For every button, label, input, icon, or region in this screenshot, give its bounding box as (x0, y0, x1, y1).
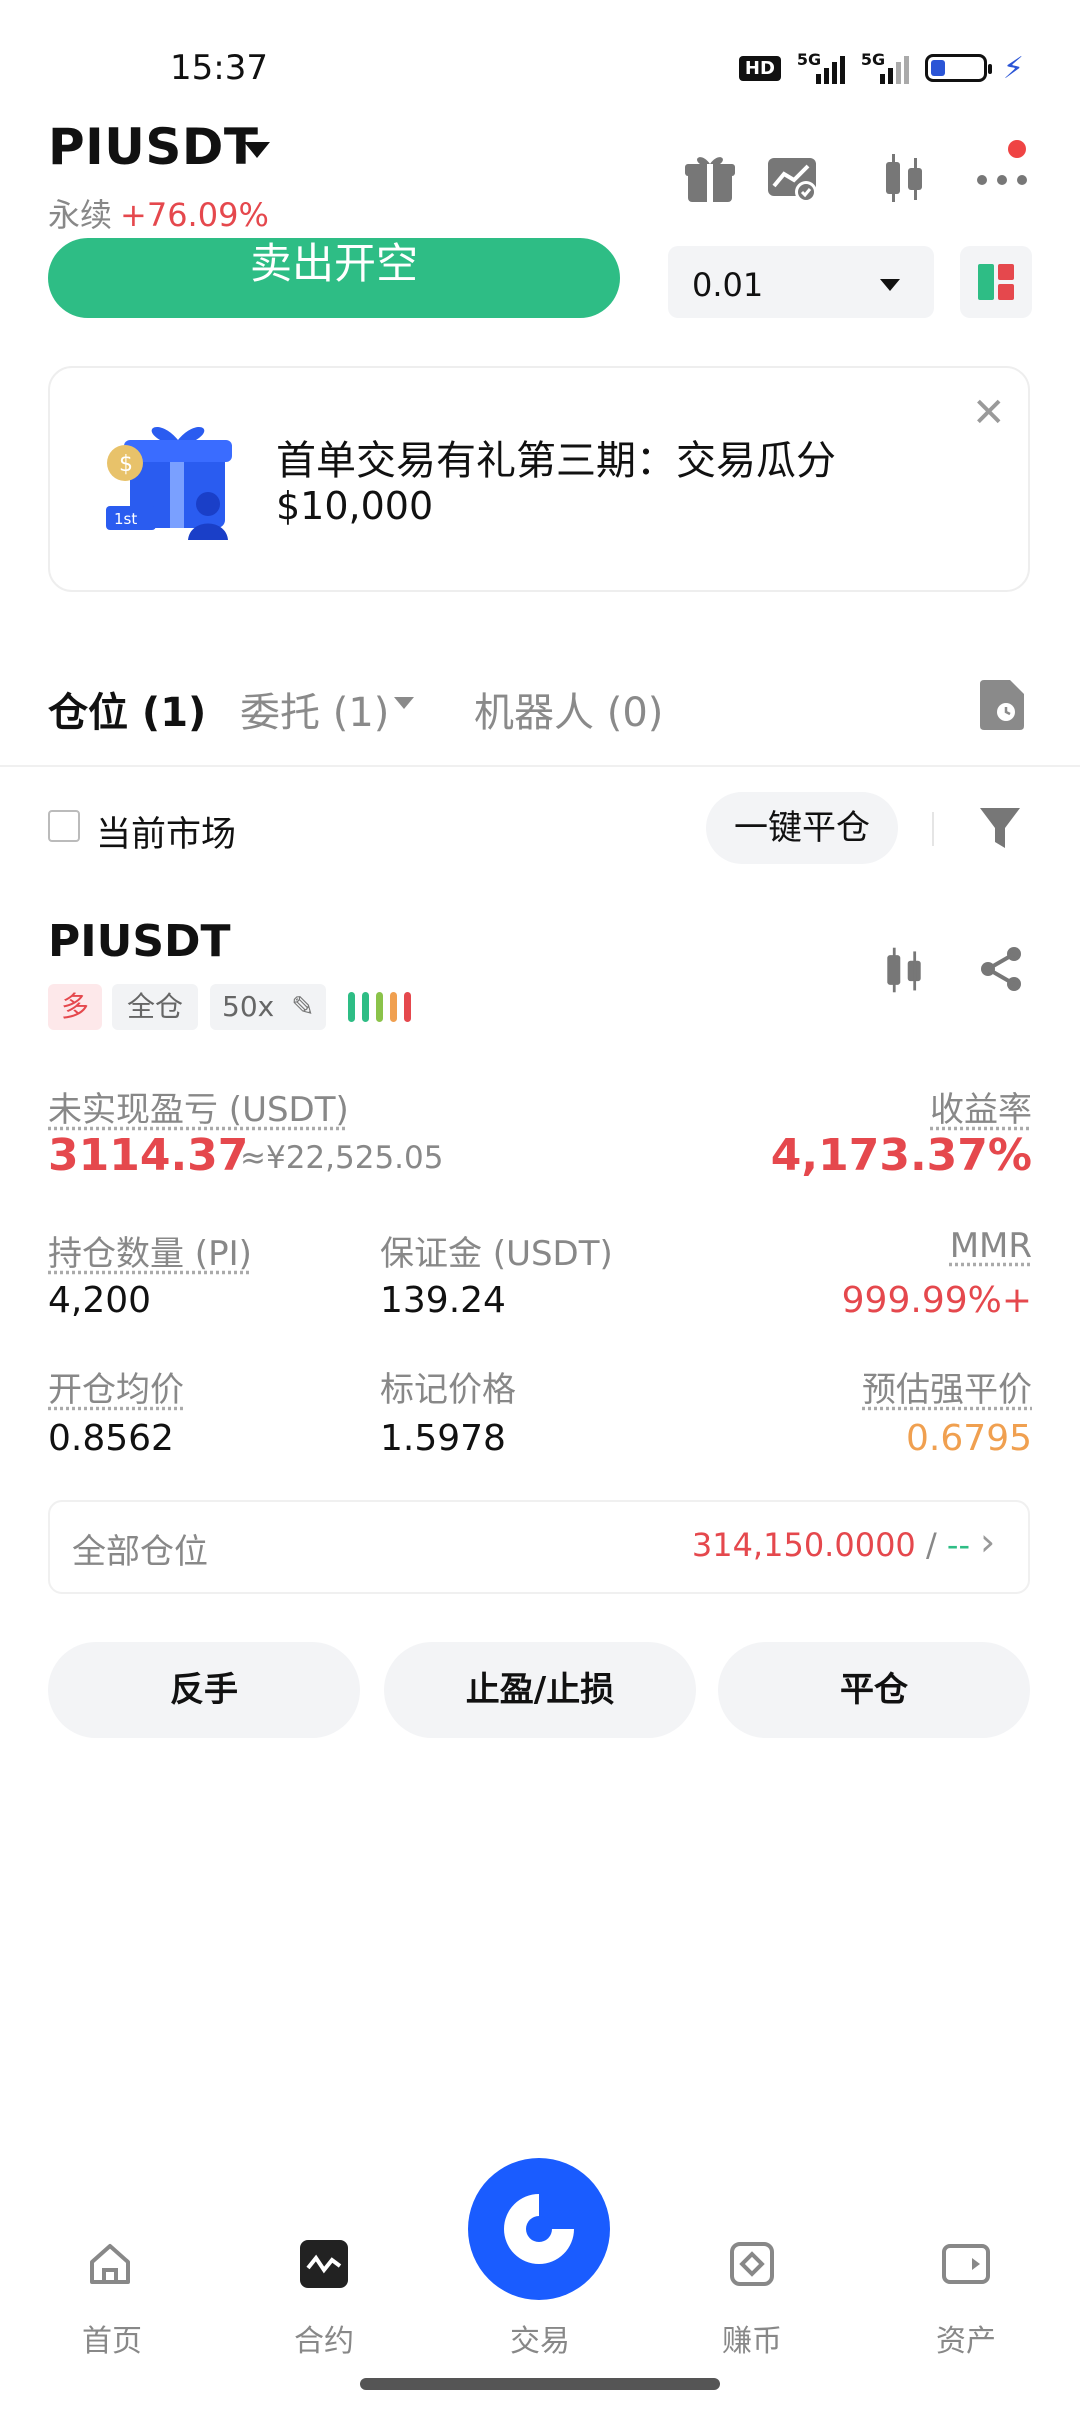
layout-toggle-button[interactable] (960, 246, 1032, 318)
unrealized-pnl-label[interactable]: 未实现盈亏 (USDT) (48, 1082, 349, 1131)
notification-dot (1008, 140, 1026, 158)
history-doc-icon[interactable] (980, 680, 1024, 730)
size-value: 4,200 (48, 1280, 152, 1321)
quantity-value: 0.01 (692, 266, 764, 304)
mark-price-value: 1.5978 (380, 1418, 506, 1459)
promo-gift-illustration: $ 1st (106, 426, 232, 540)
liq-price-label[interactable]: 预估强平价 (862, 1362, 1032, 1411)
close-icon[interactable]: ✕ (972, 390, 1006, 436)
unrealized-pnl-value: 3114.37 (48, 1130, 249, 1181)
mmr-value: 999.99%+ (841, 1280, 1032, 1321)
all-positions-label: 全部仓位 (72, 1532, 208, 1572)
futures-icon[interactable] (300, 2240, 348, 2288)
margin-value: 139.24 (380, 1280, 506, 1321)
assets-icon[interactable] (942, 2240, 990, 2288)
entry-price-label[interactable]: 开仓均价 (48, 1362, 184, 1411)
chevron-right-icon[interactable]: › (980, 1520, 995, 1564)
close-position-button[interactable]: 平仓 (718, 1642, 1030, 1738)
home-icon[interactable] (86, 2240, 134, 2288)
trade-button[interactable] (468, 2158, 610, 2300)
roe-value: 4,173.37% (770, 1130, 1032, 1181)
leverage-tag[interactable]: 50x ✎ (210, 984, 326, 1030)
current-market-label[interactable]: 当前市场 (96, 806, 236, 857)
liq-price-value: 0.6795 (906, 1418, 1032, 1459)
promo-amount: $10,000 (276, 484, 434, 528)
close-all-button[interactable]: 一键平仓 (706, 792, 898, 864)
nav-futures-label[interactable]: 合约 (264, 2316, 384, 2360)
charging-icon: ⚡ (1002, 50, 1024, 86)
earn-icon[interactable] (728, 2240, 776, 2288)
signal-icon-2: 5G (861, 50, 909, 86)
status-time: 15:37 (170, 48, 268, 88)
quantity-select[interactable]: 0.01 (668, 246, 934, 318)
contract-subtitle: 永续 +76.09% (48, 190, 269, 236)
promo-title: 首单交易有礼第三期：交易瓜分 (276, 438, 836, 484)
tab-bots[interactable]: 机器人 (0) (474, 680, 663, 738)
mmr-label[interactable]: MMR (950, 1226, 1032, 1266)
gift-icon[interactable] (682, 150, 738, 206)
leverage-value: 50x (222, 990, 275, 1023)
margin-label: 保证金 (USDT) (380, 1234, 613, 1274)
entry-price-value: 0.8562 (48, 1418, 174, 1459)
nav-trade-label[interactable]: 交易 (480, 2316, 600, 2360)
tab-orders[interactable]: 委托 (1) (240, 680, 389, 738)
more-icon[interactable] (974, 150, 1030, 206)
symbol-title[interactable]: PIUSDT (48, 118, 258, 176)
mark-price-label: 标记价格 (380, 1370, 516, 1410)
edit-icon[interactable]: ✎ (291, 990, 314, 1023)
price-change: +76.09% (120, 196, 269, 234)
divider (932, 812, 934, 846)
home-indicator (360, 2378, 720, 2390)
tpsl-button[interactable]: 止盈/止损 (384, 1642, 696, 1738)
chevron-down-icon (880, 279, 900, 291)
reverse-button[interactable]: 反手 (48, 1642, 360, 1738)
position-symbol: PIUSDT (48, 916, 231, 967)
nav-earn-label[interactable]: 赚币 (692, 2316, 812, 2360)
layout-icon (978, 264, 1014, 300)
status-icons: HD 5G 5G ⚡ (738, 48, 1024, 88)
promo-badge: 1st (114, 510, 137, 528)
nav-home-label[interactable]: 首页 (52, 2316, 172, 2360)
roe-label[interactable]: 收益率 (930, 1082, 1032, 1131)
trade-icon (504, 2194, 574, 2264)
contract-type: 永续 (48, 196, 113, 234)
risk-indicator (348, 992, 411, 1022)
chevron-down-icon[interactable] (394, 697, 414, 709)
tab-positions[interactable]: 仓位 (1) (48, 680, 206, 738)
all-positions-value: 314,150.0000 / -- (691, 1526, 970, 1564)
candlestick-icon[interactable] (878, 944, 930, 996)
symbol-dropdown-icon[interactable] (244, 142, 270, 158)
hd-icon: HD (738, 55, 781, 81)
side-tag: 多 (48, 984, 102, 1030)
nav-assets-label[interactable]: 资产 (906, 2316, 1026, 2360)
signal-icon: 5G (797, 50, 845, 86)
unrealized-pnl-cny: ≈¥22,525.05 (240, 1140, 444, 1176)
divider (0, 765, 1080, 767)
chart-check-icon[interactable] (764, 150, 820, 206)
svg-text:$: $ (119, 452, 133, 477)
current-market-checkbox[interactable] (48, 810, 80, 842)
share-icon[interactable] (976, 944, 1026, 994)
filter-icon[interactable] (978, 806, 1022, 850)
size-label[interactable]: 持仓数量 (PI) (48, 1226, 252, 1275)
candlestick-icon[interactable] (876, 150, 932, 206)
sell-open-short-button[interactable]: 卖出开空 (48, 238, 620, 318)
margin-mode-tag: 全仓 (112, 984, 198, 1030)
battery-icon (924, 54, 992, 82)
